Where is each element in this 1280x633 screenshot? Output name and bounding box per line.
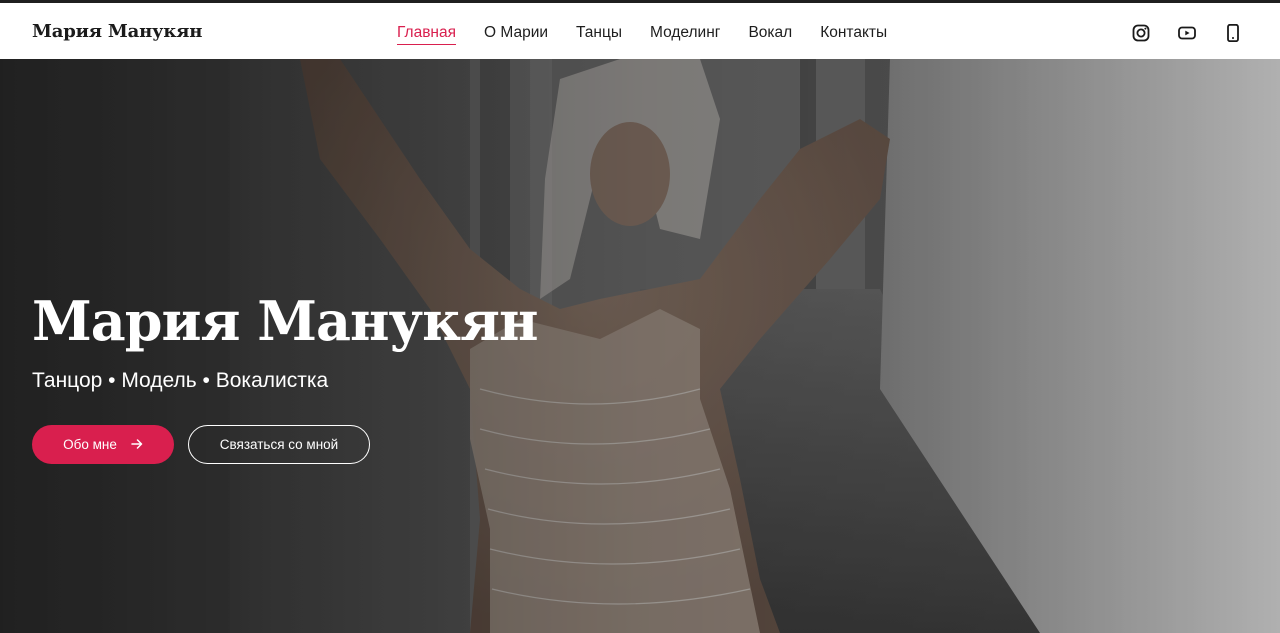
phone-icon[interactable] — [1224, 23, 1242, 43]
main-nav: Главная О Марии Танцы Моделинг Вокал Кон… — [397, 23, 915, 45]
arrow-right-icon — [131, 437, 143, 452]
about-me-button-label: Обо мне — [63, 437, 117, 452]
hero-subtitle: Танцор • Модель • Вокалистка — [32, 369, 329, 392]
nav-item-modeling[interactable]: Моделинг — [650, 23, 720, 43]
hero-title: Мария Манукян — [32, 289, 539, 353]
nav-item-vocal[interactable]: Вокал — [748, 23, 792, 43]
site-logo[interactable]: Мария Манукян — [32, 21, 202, 42]
nav-item-contacts[interactable]: Контакты — [820, 23, 887, 43]
nav-item-dance[interactable]: Танцы — [576, 23, 622, 43]
social-links — [1132, 23, 1242, 43]
youtube-icon[interactable] — [1178, 24, 1196, 42]
contact-me-button[interactable]: Связаться со мной — [188, 425, 370, 464]
nav-item-about[interactable]: О Марии — [484, 23, 548, 43]
about-me-button[interactable]: Обо мне — [32, 425, 174, 464]
contact-me-button-label: Связаться со мной — [219, 437, 339, 452]
instagram-icon[interactable] — [1132, 24, 1150, 42]
hero-section: Мария Манукян Танцор • Модель • Вокалист… — [0, 59, 1280, 633]
nav-item-home[interactable]: Главная — [397, 23, 456, 45]
site-header: Мария Манукян Главная О Марии Танцы Моде… — [0, 0, 1280, 59]
